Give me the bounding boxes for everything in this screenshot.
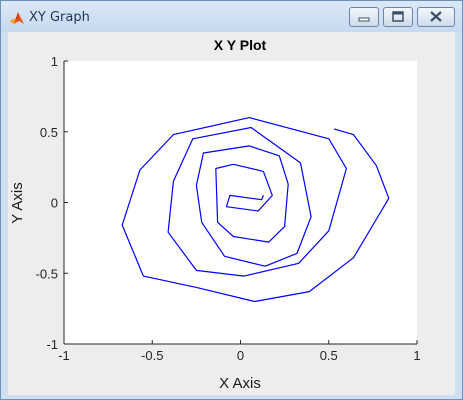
plot-title: X Y Plot xyxy=(214,37,267,53)
x-tick-label: -1 xyxy=(58,348,70,363)
maximize-icon xyxy=(392,11,404,22)
figure-area: X Y Plot X Axis Y Axis -1 -0.5 0 0.5 1 -1 -0.5… xyxy=(8,32,455,395)
matlab-icon xyxy=(9,10,25,26)
title-bar[interactable]: XY Graph xyxy=(1,1,462,32)
minimize-button[interactable] xyxy=(349,7,379,27)
x-axis-label: X Axis xyxy=(219,375,261,392)
x-tick-label: -0.5 xyxy=(141,348,163,363)
xy-plot: X Y Plot X Axis Y Axis -1 -0.5 0 0.5 1 -1 -0.5… xyxy=(9,37,421,392)
close-icon xyxy=(430,11,442,22)
y-tick-label: 0 xyxy=(51,196,58,211)
window-title: XY Graph xyxy=(29,10,90,25)
x-tick-label: 1 xyxy=(413,348,420,363)
maximize-button[interactable] xyxy=(383,7,413,27)
y-axis-label: Y Axis xyxy=(9,182,26,223)
x-tick-label: 0 xyxy=(237,348,244,363)
y-tick-label: -1 xyxy=(46,337,58,352)
close-button[interactable] xyxy=(417,7,455,27)
y-tick-label: -0.5 xyxy=(36,266,58,281)
y-tick-label: 0.5 xyxy=(40,125,58,140)
y-tick-label: 1 xyxy=(51,54,58,69)
app-window: XY Graph X Y Plot X Axis Y Axis -1 -0.5 0 0… xyxy=(0,0,463,400)
x-tick-label: 0.5 xyxy=(320,348,338,363)
minimize-icon xyxy=(358,17,370,22)
axes-background xyxy=(64,61,417,344)
